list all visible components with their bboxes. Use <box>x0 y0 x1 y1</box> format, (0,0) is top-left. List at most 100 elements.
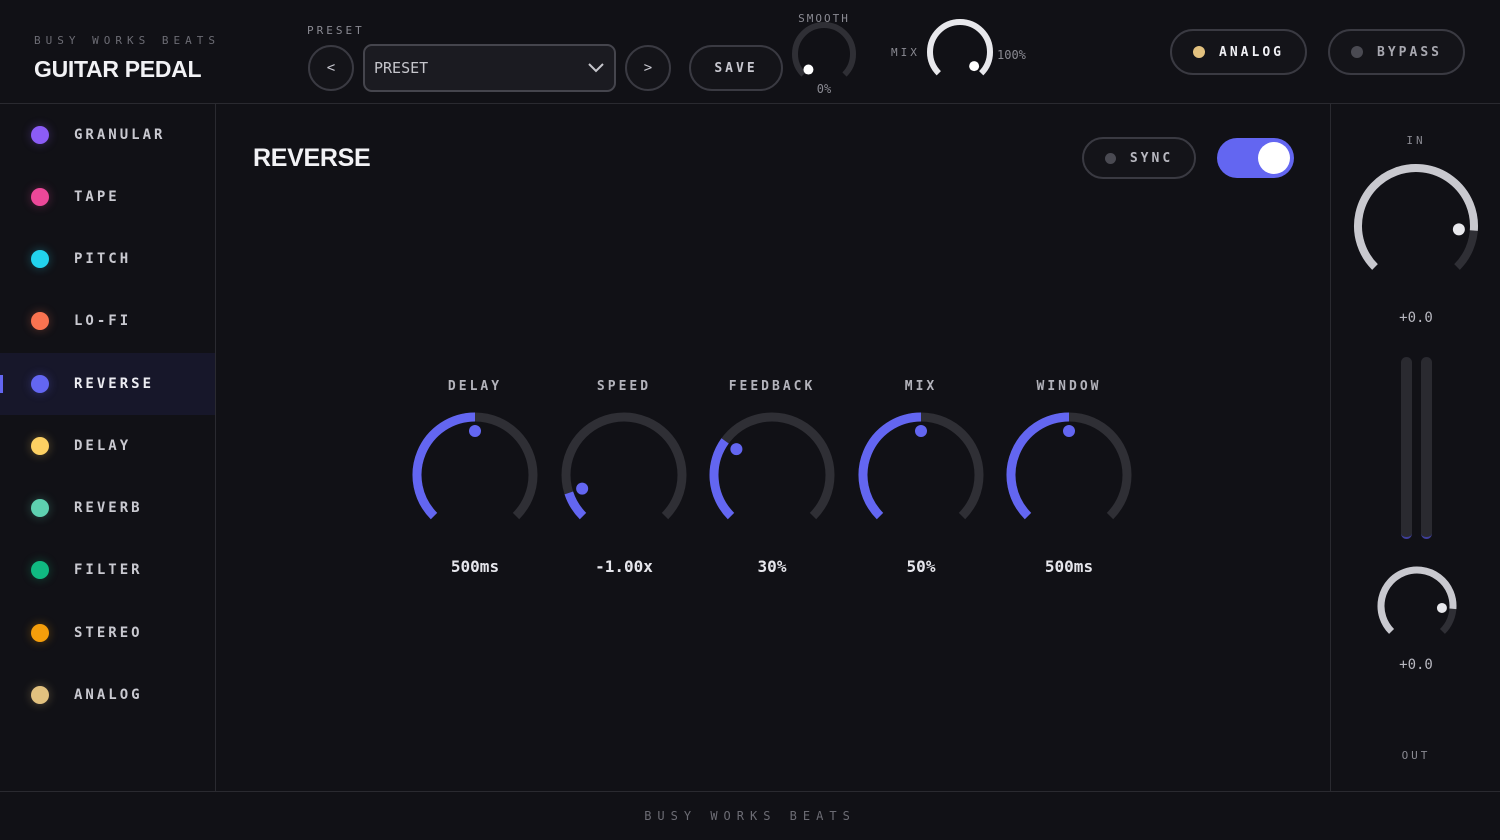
knob-value: 500ms <box>1044 557 1094 576</box>
effect-enable-toggle[interactable] <box>1217 138 1294 178</box>
pitch-dot-icon <box>31 250 49 268</box>
input-gain-value: +0.0 <box>1399 310 1433 326</box>
tape-dot-icon <box>31 188 49 206</box>
reverse-dot-icon <box>31 375 49 393</box>
sidebar-item-stereo[interactable]: STEREO <box>0 602 215 664</box>
knob-pointer <box>969 61 980 72</box>
sidebar-item-pitch[interactable]: PITCH <box>0 228 215 290</box>
header: BUSY WORKS BEATS GUITAR PEDAL PRESET < P… <box>0 0 1500 104</box>
delay-control: DELAY 500ms <box>405 379 545 579</box>
feedback-control: FEEDBACK 30% <box>702 379 842 579</box>
knob-label: DELAY <box>447 379 503 394</box>
mix-knob[interactable] <box>924 16 996 88</box>
knob-pointer <box>1063 425 1075 437</box>
smooth-value: 0% <box>816 82 832 96</box>
knob-value-arc <box>1377 566 1457 634</box>
preset-label: PRESET <box>307 24 365 37</box>
output-gain-knob[interactable] <box>1375 564 1459 648</box>
filter-dot-icon <box>31 561 49 579</box>
chevron-down-icon <box>588 63 604 73</box>
analog-dot-icon <box>31 686 49 704</box>
preset-select-value: PRESET <box>374 59 429 77</box>
knob-value-arc <box>858 412 922 520</box>
app-title: GUITAR PEDAL <box>34 56 202 82</box>
sidebar-item-label: REVERSE <box>74 376 155 392</box>
sidebar-item-label: FILTER <box>74 562 143 578</box>
effects-sidebar: GRANULAR TAPE PITCH LO-FI REVERSE DELAY … <box>0 104 216 791</box>
knob-track <box>792 22 856 77</box>
knob-value-arc <box>564 491 587 520</box>
prev-preset-button[interactable]: < <box>308 45 354 91</box>
input-label: IN <box>1406 134 1426 147</box>
knob-label: SPEED <box>596 379 652 394</box>
knob-pointer <box>1452 223 1465 236</box>
prev-preset-label: < <box>326 60 336 76</box>
toggle-knob <box>1258 142 1290 174</box>
knob-value-arc <box>927 19 993 76</box>
footer-brand: BUSY WORKS BEATS <box>644 809 856 823</box>
knob-label: MIX <box>904 379 938 394</box>
sidebar-item-delay[interactable]: DELAY <box>0 415 215 477</box>
bypass-button-label: BYPASS <box>1377 44 1442 60</box>
knob-value: -1.00x <box>595 557 653 576</box>
knob-value-arc <box>1006 412 1070 520</box>
knob-label: FEEDBACK <box>728 379 816 394</box>
knob-value-arc <box>412 412 476 520</box>
sidebar-item-label: STEREO <box>74 625 143 641</box>
knob-track <box>709 412 835 520</box>
sidebar-item-label: LO-FI <box>74 313 132 329</box>
effect-title: REVERSE <box>253 144 371 172</box>
sidebar-item-tape[interactable]: TAPE <box>0 166 215 228</box>
save-button[interactable]: SAVE <box>689 45 783 91</box>
sync-indicator-icon <box>1104 152 1116 164</box>
sidebar-item-label: GRANULAR <box>74 127 166 143</box>
sidebar-item-label: DELAY <box>74 438 132 454</box>
input-gain-knob[interactable] <box>1350 160 1482 292</box>
delay-knob[interactable] <box>409 409 541 541</box>
knob-pointer <box>1436 602 1447 613</box>
lo-fi-dot-icon <box>31 312 49 330</box>
effect-panel: REVERSE SYNC DELAY 500ms SPEED -1.00x FE… <box>216 104 1330 791</box>
next-preset-label: > <box>643 60 653 76</box>
level-meter-right <box>1421 357 1432 539</box>
output-label: OUT <box>1401 749 1431 762</box>
mix-value: 100% <box>997 48 1026 62</box>
knob-pointer <box>469 425 481 437</box>
analog-indicator-icon <box>1193 46 1206 58</box>
sidebar-item-lo-fi[interactable]: LO-FI <box>0 290 215 352</box>
sidebar-item-filter[interactable]: FILTER <box>0 539 215 601</box>
save-button-label: SAVE <box>714 60 758 76</box>
window-control: WINDOW 500ms <box>999 379 1139 579</box>
brand-subtitle: BUSY WORKS BEATS <box>34 34 220 47</box>
feedback-knob[interactable] <box>706 409 838 541</box>
sidebar-item-reverb[interactable]: REVERB <box>0 477 215 539</box>
preset-select[interactable]: PRESET <box>363 44 616 92</box>
next-preset-button[interactable]: > <box>625 45 671 91</box>
footer: BUSY WORKS BEATS <box>0 791 1500 840</box>
sync-button-label: SYNC <box>1129 150 1174 166</box>
knob-value: 50% <box>906 557 936 576</box>
knob-value-arc <box>709 438 735 520</box>
knob-pointer <box>576 482 589 495</box>
smooth-knob[interactable] <box>790 20 858 88</box>
speed-knob[interactable] <box>558 409 690 541</box>
sidebar-item-label: TAPE <box>74 189 120 205</box>
sidebar-item-label: ANALOG <box>74 687 143 703</box>
mix-label: MIX <box>891 46 920 59</box>
bypass-indicator-icon <box>1351 46 1364 58</box>
bypass-button[interactable]: BYPASS <box>1328 29 1465 75</box>
level-meter-left <box>1401 357 1412 539</box>
sidebar-item-analog[interactable]: ANALOG <box>0 664 215 726</box>
window-knob[interactable] <box>1003 409 1135 541</box>
output-gain-value: +0.0 <box>1399 657 1433 673</box>
knob-label: WINDOW <box>1036 379 1102 394</box>
stereo-dot-icon <box>31 624 49 642</box>
speed-control: SPEED -1.00x <box>554 379 694 579</box>
mix-amount-knob[interactable] <box>855 409 987 541</box>
analog-button[interactable]: ANALOG <box>1170 29 1307 75</box>
sync-button[interactable]: SYNC <box>1082 137 1196 179</box>
sidebar-item-granular[interactable]: GRANULAR <box>0 104 215 166</box>
knob-pointer <box>803 64 814 75</box>
sidebar-item-reverse[interactable]: REVERSE <box>0 353 215 415</box>
analog-button-label: ANALOG <box>1219 44 1284 60</box>
